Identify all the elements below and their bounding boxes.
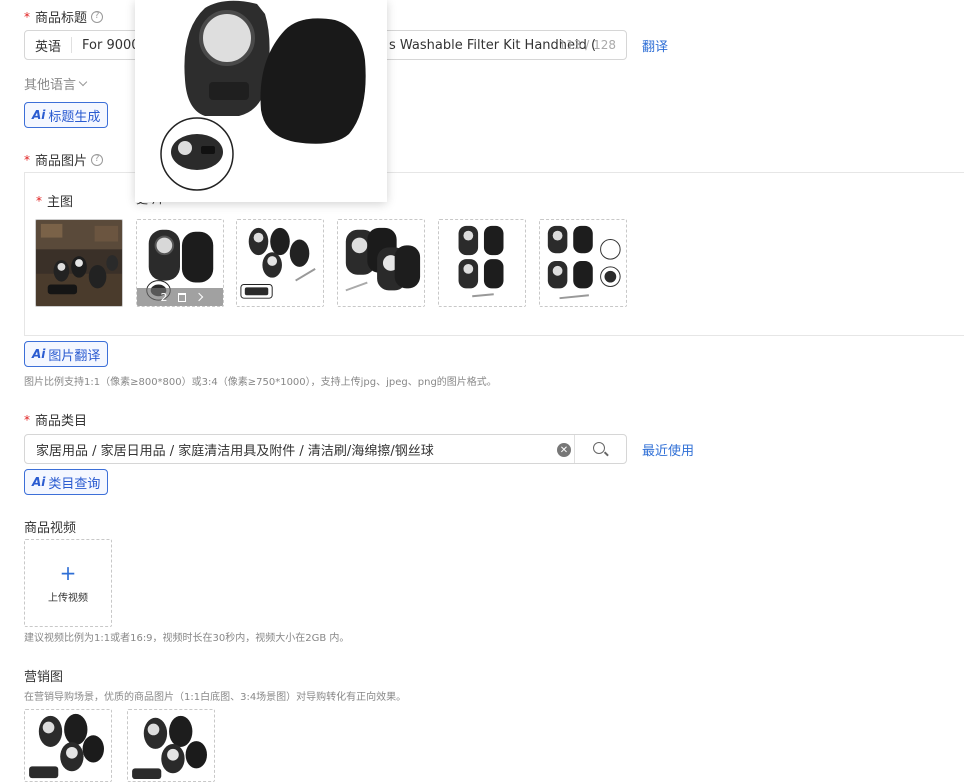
marketing-image-2 [128, 710, 214, 781]
translate-link[interactable]: 翻译 [642, 36, 668, 55]
category-value: 家居用品 / 家居日用品 / 家庭清洁用具及附件 / 清洁刷/海绵擦/钢丝球 [36, 443, 434, 459]
marketing-label-text: 营销图 [24, 670, 64, 685]
other-languages-label: 其他语言 [24, 78, 77, 93]
marketing-thumbnail-1[interactable] [24, 709, 112, 782]
category-label: * 商品类目 [24, 410, 88, 430]
filter-kit-image [237, 220, 323, 306]
thumbnail-filter-set[interactable] [539, 219, 627, 307]
thumbnail-four-filters[interactable] [438, 219, 526, 307]
title-char-counter: 113 / 128 [558, 38, 616, 52]
four-filters-image [439, 220, 525, 306]
images-label-text: 商品图片 [35, 154, 88, 169]
ai-icon: Ai [32, 475, 46, 489]
video-hint: 建议视频比例为1:1或者16:9，视频时长在30秒内，视频大小在2GB 内。 [24, 633, 350, 644]
upload-video-button[interactable]: + 上传视频 [24, 539, 112, 627]
images-format-hint: 图片比例支持1:1（像素≥800*800）或3:4（像素≥750*1000），支… [24, 377, 497, 388]
search-icon-handle [604, 451, 609, 457]
help-icon[interactable]: ? [91, 153, 104, 166]
marketing-label: 营销图 [24, 666, 63, 685]
ai-icon: Ai [32, 108, 46, 122]
category-label-text: 商品类目 [35, 414, 88, 429]
plus-icon: + [59, 560, 77, 585]
ai-title-generate-button[interactable]: Ai 标题生成 [24, 102, 109, 128]
thumbnail-filter-kit[interactable] [236, 219, 324, 307]
main-image-label-text: 主图 [47, 195, 74, 210]
filter-pair-preview-image [135, 0, 387, 202]
image-preview-popup [135, 0, 387, 202]
help-icon[interactable]: ? [91, 10, 104, 23]
ai-image-translate-label: 图片翻译 [48, 348, 101, 364]
ai-title-generate-label: 标题生成 [48, 109, 101, 125]
video-label: 商品视频 [24, 517, 76, 536]
trash-icon[interactable] [177, 292, 186, 302]
marketing-thumbnail-2[interactable] [127, 709, 215, 782]
recent-used-link[interactable]: 最近使用 [642, 440, 694, 459]
upload-video-label: 上传视频 [48, 592, 88, 604]
filter-set-image [540, 220, 626, 306]
thumbnail-workbench[interactable] [35, 219, 123, 307]
title-label: * 商品标题 ? [24, 7, 104, 26]
ai-image-translate-button[interactable]: Ai 图片翻译 [24, 341, 109, 367]
edit-counter[interactable]: 2 [161, 291, 168, 304]
title-label-text: 商品标题 [35, 11, 88, 26]
chevron-down-icon [78, 77, 88, 86]
ai-icon: Ai [32, 347, 46, 361]
images-label: * 商品图片 ? [24, 150, 104, 169]
language-select[interactable]: 英语 [25, 37, 73, 55]
marketing-image-1 [25, 710, 111, 781]
thumbnail-hover-toolbar: 2 [137, 288, 223, 306]
chevron-right-icon[interactable] [194, 292, 203, 302]
marketing-hint: 在营销导购场景，优质的商品图片（1:1白底图、3:4场景图）对导购转化有正向效果… [24, 692, 407, 703]
category-input[interactable]: 家居用品 / 家居日用品 / 家庭清洁用具及附件 / 清洁刷/海绵擦/钢丝球 ✕ [24, 434, 627, 464]
filter-pair-brush-image [338, 220, 424, 306]
thumbnail-filter-pair[interactable]: 2 [136, 219, 224, 307]
ai-category-search-button[interactable]: Ai 类目查询 [24, 469, 109, 495]
main-image-label: * 主图 [36, 191, 74, 211]
ai-category-search-label: 类目查询 [48, 476, 101, 492]
input-divider [574, 435, 575, 463]
other-languages-toggle[interactable]: 其他语言 [24, 74, 88, 93]
video-label-text: 商品视频 [24, 521, 77, 536]
clear-icon[interactable]: ✕ [557, 443, 571, 457]
thumbnail-filter-pair-brush[interactable] [337, 219, 425, 307]
workbench-image [36, 220, 122, 306]
